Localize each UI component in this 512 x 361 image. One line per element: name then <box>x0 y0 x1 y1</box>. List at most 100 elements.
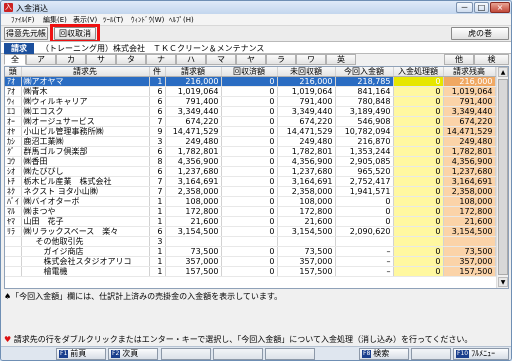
scroll-thumb[interactable] <box>498 79 508 275</box>
row-customer-cell: 株式会社スタジオアリコ <box>21 256 150 268</box>
fkey-f8-search[interactable]: F8 検索 <box>359 348 409 360</box>
heart-icon: ♥ <box>4 335 12 344</box>
client-strip: 請求 （トレーニング用）株式会社 ＴＫＣクリーン＆メンテナンス <box>1 41 511 54</box>
row-count-cell: 6 <box>149 146 166 158</box>
row-current-cell: 2,752,417 <box>335 176 394 188</box>
table-row[interactable]: ﾘﾗ ㈱リラックスベース 楽々 6 3,154,500 0 3,154,500 2,090,… <box>5 226 496 238</box>
tab-search[interactable]: 検 <box>474 54 509 65</box>
tab-ta[interactable]: タ <box>116 54 146 65</box>
row-current-cell: – <box>335 266 394 278</box>
row-customer-cell: ㈱ウィルキャリア <box>21 96 150 108</box>
tab-eng[interactable]: 英 <box>326 54 356 65</box>
table-row[interactable]: 株式会社スタジオアリコ 1 357,000 0 357,000–0 357,000 <box>5 256 496 268</box>
table-row[interactable]: ｸﾞ 群馬ゴルフ倶楽部 6 1,782,801 0 1,782,801 1,353,244 0… <box>5 146 496 158</box>
col-head-collected[interactable]: 回収済額 <box>221 67 278 78</box>
tab-other[interactable]: 他 <box>444 54 474 65</box>
table-row[interactable]: ガイジ商店 1 73,500 0 73,500–0 73,500 <box>5 246 496 258</box>
tab-a[interactable]: ア <box>26 54 56 65</box>
row-count-cell: 7 <box>149 186 166 198</box>
scroll-up-icon[interactable]: ▲ <box>498 67 508 77</box>
row-uncollected-cell: 73,500 <box>277 246 336 258</box>
table-row[interactable]: ｴｺ ㈱エコスク 6 3,349,440 0 3,349,440 3,189,490 0 3,3… <box>5 106 496 118</box>
tab-wa[interactable]: ワ <box>296 54 326 65</box>
row-processed-cell: 0 <box>393 116 444 128</box>
row-kana-cell: ｴｺ <box>5 106 22 118</box>
row-balance-cell: 157,500 <box>443 266 496 278</box>
row-billed-cell: 73,500 <box>165 246 222 258</box>
row-billed-cell <box>165 236 222 248</box>
menu-tools[interactable]: ﾂｰﾙ(T) <box>103 15 123 25</box>
row-balance-cell: 172,800 <box>443 206 496 218</box>
fkey-f5-blank <box>265 348 315 360</box>
row-uncollected-cell: 791,400 <box>277 96 336 108</box>
table-row[interactable]: その他取引先 3 <box>5 236 496 248</box>
row-balance-cell: 73,500 <box>443 246 496 258</box>
table-row[interactable]: ｶｼ 鹿沼工業㈱ 3 249,480 0 249,480 216,870 0 249,480 <box>5 136 496 148</box>
table-row[interactable]: ｵﾔ 小山ビル管理事務所㈱ 9 14,471,529 0 14,471,529 10,782… <box>5 126 496 138</box>
fkey-f2-next-page[interactable]: F2 次頁 <box>108 348 158 360</box>
table-row[interactable]: ｱｵ ㈱アオヤマ 1 216,000 0 216,000 218,785 0 216,000 <box>5 76 496 88</box>
table-row[interactable]: ｼｵ ㈱たびびし 6 1,237,680 0 1,237,680 965,520 0 1,237… <box>5 166 496 178</box>
row-kana-cell <box>5 256 22 268</box>
table-row[interactable]: ﾈｸ ネクスト ヨタ小山㈱ 7 2,358,000 0 2,358,000 1,941,57… <box>5 186 496 198</box>
row-collected-cell: 0 <box>221 96 278 108</box>
tab-ra[interactable]: ラ <box>266 54 296 65</box>
menu-file[interactable]: ﾌｧｲﾙ(F) <box>11 15 35 25</box>
col-head-count[interactable]: 件 <box>149 67 166 78</box>
tab-ha[interactable]: ハ <box>176 54 206 65</box>
table-row[interactable]: ｳｨ ㈱ウィルキャリア 6 791,400 0 791,400 780,848 0 791,40… <box>5 96 496 108</box>
row-billed-cell: 357,000 <box>165 256 222 268</box>
tab-ka[interactable]: カ <box>56 54 86 65</box>
col-head-processed[interactable]: 入金処理額 <box>393 67 444 78</box>
table-row[interactable]: ﾄﾁ 栃木ビル産業 株式会社 7 3,164,691 0 3,164,691 2,752,4… <box>5 176 496 188</box>
toolbar: 得意先元帳 回収取消 虎の巻 <box>1 24 511 43</box>
table-row[interactable]: ｱｵ ㈱青木 6 1,019,064 0 1,019,064 841,164 0 1,019,0… <box>5 86 496 98</box>
table-header-row: 頭 請求先 件 請求額 回収済額 未回収額 今回入金額 入金処理額 請求残高 <box>5 67 496 78</box>
tab-ma[interactable]: マ <box>206 54 236 65</box>
col-head-billed[interactable]: 請求額 <box>165 67 222 78</box>
row-customer-cell: ㈱まつや <box>21 206 150 218</box>
table-row[interactable]: ﾊﾞｲ ㈱バイオターボ 1 108,000 0 108,000 0 0 108,000 <box>5 196 496 208</box>
maximize-button[interactable]: □ <box>474 2 489 13</box>
customer-ledger-button[interactable]: 得意先元帳 <box>4 27 48 40</box>
menu-edit[interactable]: 編集(E) <box>43 15 67 25</box>
row-customer-cell: ㈱オージュサービス <box>21 116 150 128</box>
tab-sa[interactable]: サ <box>86 54 116 65</box>
row-count-cell: 7 <box>149 176 166 188</box>
close-button[interactable]: × <box>490 2 510 13</box>
table-row[interactable]: ﾔﾏ 山田 花子 1 21,600 0 21,600 0 0 21,600 <box>5 216 496 228</box>
row-uncollected-cell: 1,782,801 <box>277 146 336 158</box>
tab-na[interactable]: ナ <box>146 54 176 65</box>
row-current-cell: 1,941,571 <box>335 186 394 198</box>
table-row[interactable]: 檜電機 1 157,500 0 157,500–0 157,500 <box>5 266 496 278</box>
tab-ya[interactable]: ヤ <box>236 54 266 65</box>
row-kana-cell: ﾊﾞｲ <box>5 196 22 208</box>
fkey-f1-prev-page[interactable]: F1 前頁 <box>56 348 106 360</box>
col-head-kana[interactable]: 頭 <box>5 67 22 78</box>
tips-button[interactable]: 虎の巻 <box>451 27 509 40</box>
tab-all[interactable]: 全 <box>4 54 26 65</box>
menu-help[interactable]: ﾍﾙﾌﾟ(H) <box>169 15 194 25</box>
col-head-balance[interactable]: 請求残高 <box>443 67 496 78</box>
col-head-customer[interactable]: 請求先 <box>21 67 150 78</box>
table-row[interactable]: ｺｳ ㈱香田 8 4,356,900 0 4,356,900 2,905,085 0 4,356… <box>5 156 496 168</box>
row-billed-cell: 3,164,691 <box>165 176 222 188</box>
row-uncollected-cell: 357,000 <box>277 256 336 268</box>
row-kana-cell: ｸﾞ <box>5 146 22 158</box>
scroll-down-icon[interactable]: ▼ <box>498 277 508 287</box>
fkey-f10-full-menu[interactable]: F10 ﾌﾙﾒﾆｭｰ <box>453 348 509 360</box>
client-name: （トレーニング用）株式会社 ＴＫＣクリーン＆メンテナンス <box>41 44 265 53</box>
menu-window[interactable]: ｳｨﾝﾄﾞｳ(W) <box>131 15 164 25</box>
vertical-scrollbar[interactable]: ▲ ▼ <box>496 67 508 288</box>
cancel-collection-button[interactable]: 回収取消 <box>54 27 96 40</box>
col-head-current[interactable]: 今回入金額 <box>335 67 394 78</box>
col-head-uncollected[interactable]: 未回収額 <box>277 67 336 78</box>
info-note: ♠「今回入金額」欄には、仕訳計上済みの売掛金の入金額を表示しています。 <box>4 292 283 301</box>
menu-view[interactable]: 表示(V) <box>73 15 97 25</box>
table-row[interactable]: ﾏﾙ ㈱まつや 1 172,800 0 172,800 0 0 172,800 <box>5 206 496 218</box>
table-row[interactable]: ｵｰ ㈱オージュサービス 7 674,220 0 674,220 546,908 0 674,2… <box>5 116 496 128</box>
row-count-cell: 8 <box>149 156 166 168</box>
minimize-button[interactable]: － <box>456 2 473 13</box>
row-uncollected-cell: 21,600 <box>277 216 336 228</box>
fkey-f1-label: F1 <box>59 350 69 358</box>
